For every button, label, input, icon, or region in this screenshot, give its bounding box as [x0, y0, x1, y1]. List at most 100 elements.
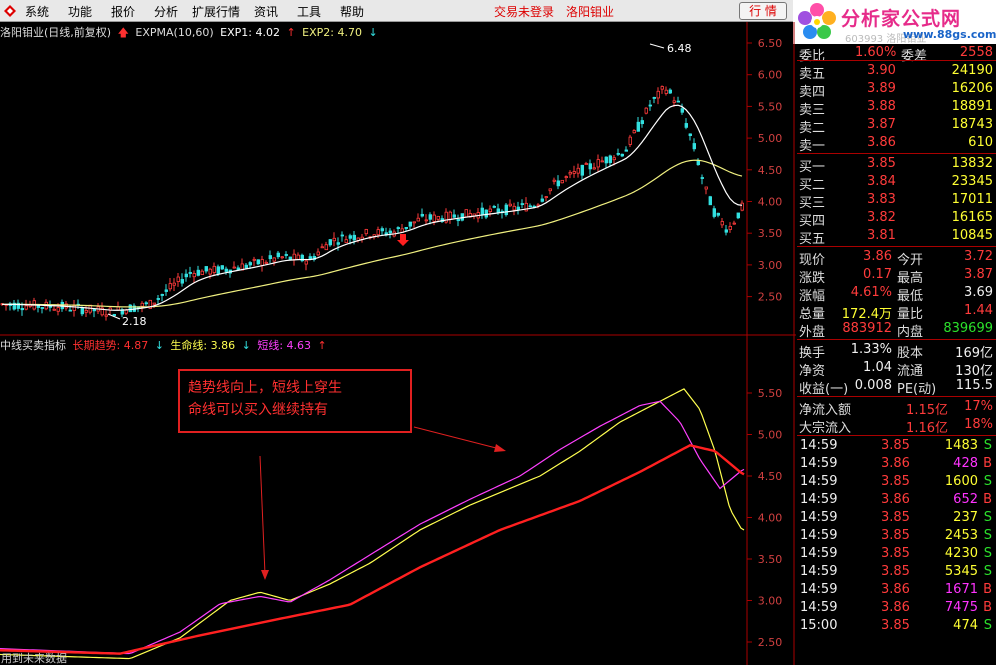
tick-price: 3.86	[881, 456, 910, 471]
flow-percent: 18%	[964, 417, 993, 432]
candle-body	[208, 268, 212, 275]
y-axis-label: 4.00	[758, 196, 783, 209]
candle-body	[464, 209, 468, 218]
tick-time: 15:00	[800, 618, 838, 633]
stat-label: 外盘	[799, 325, 826, 340]
annotation-line-2: 命线可以买入继续持有	[188, 402, 328, 418]
candle-body	[656, 90, 660, 99]
ask-volume: 18891	[951, 99, 993, 114]
tick-price: 3.86	[881, 582, 910, 597]
high-pointer	[649, 43, 665, 49]
menu-tools[interactable]: 工具	[297, 3, 321, 20]
stock-name-title: 洛阳钼业	[566, 5, 615, 19]
candle-body	[160, 294, 164, 296]
candle-body	[428, 214, 432, 220]
candle-body	[660, 86, 664, 90]
menu-extended-quote[interactable]: 扩展行情	[192, 3, 240, 20]
fin-value: 1.33%	[850, 342, 892, 357]
tick-side: S	[983, 564, 992, 579]
bid-volume: 17011	[951, 192, 993, 207]
candle-body	[684, 123, 688, 128]
tick-price: 3.85	[881, 618, 910, 633]
candle-body	[612, 157, 616, 161]
stat-value: 0.17	[863, 267, 892, 282]
tick-volume: 1483	[944, 438, 978, 453]
candle-body	[52, 308, 56, 311]
candle-body	[176, 276, 180, 282]
tick-volume: 4230	[944, 546, 978, 561]
kline-chart-area[interactable]: 洛阳钼业(日线,前复权) 🡅 EXPMA(10,60) EXP1: 4.02 ↑…	[0, 22, 796, 665]
buy-signal-arrow-icon	[397, 234, 409, 246]
candle-body	[220, 265, 224, 270]
site-brand-name: 分析家公式网	[841, 8, 962, 30]
tick-row: 14:59 3.85 2453 S	[797, 527, 996, 545]
down-arrow-icon: ↓	[154, 339, 164, 352]
tick-price: 3.85	[881, 438, 910, 453]
y-axis-label: 3.50	[758, 553, 783, 566]
candle-body	[644, 107, 648, 114]
candle-body	[552, 179, 556, 182]
ask-price: 3.89	[867, 81, 896, 96]
candle-body	[708, 196, 712, 206]
ask-price: 3.87	[867, 117, 896, 132]
candle-body	[144, 302, 148, 305]
candle-body	[380, 228, 384, 232]
candle-body	[20, 308, 24, 311]
candle-body	[720, 221, 724, 226]
menu-quote[interactable]: 报价	[111, 3, 135, 20]
candle-body	[512, 205, 516, 211]
fin-row: 收益(一) 0.008 PE(动) 115.5	[797, 377, 996, 397]
exp2-line	[1, 159, 743, 308]
candle-body	[624, 149, 628, 152]
candle-body	[628, 136, 632, 145]
candle-body	[696, 160, 700, 166]
tick-row: 14:59 3.85 5345 S	[797, 563, 996, 581]
ask-row: 卖五 3.90 24190	[797, 62, 996, 82]
stat-label: 内盘	[897, 325, 924, 340]
quote-button[interactable]: 行 情	[739, 2, 787, 20]
candle-body	[280, 256, 284, 259]
stat-value: 3.69	[964, 285, 993, 300]
candle-body	[128, 304, 132, 313]
tick-row: 14:59 3.85 237 S	[797, 509, 996, 527]
candle-body	[156, 298, 160, 300]
tick-volume: 2453	[944, 528, 978, 543]
candle-body	[196, 269, 200, 276]
y-axis-label: 4.50	[758, 164, 783, 177]
indicator-title: 中线买卖指标	[0, 339, 66, 352]
candle-body	[504, 204, 508, 216]
candle-body	[376, 229, 380, 236]
candle-body	[608, 155, 612, 164]
flow-row: 净流入额 1.15亿 17%	[797, 398, 996, 418]
menu-function[interactable]: 功能	[68, 3, 92, 20]
y-axis-label: 5.00	[758, 132, 783, 145]
menu-analysis[interactable]: 分析	[154, 3, 178, 20]
tick-side: S	[983, 510, 992, 525]
menu-system[interactable]: 系统	[25, 3, 49, 20]
stat-value: 4.61%	[850, 285, 892, 300]
menu-news[interactable]: 资讯	[254, 3, 278, 20]
high-price-label: 6.48	[667, 42, 692, 55]
exp1-line	[1, 104, 743, 311]
stat-row: 现价 3.86 今开 3.72	[797, 248, 996, 268]
annotation-line-1: 趋势线向上，短线上穿生	[188, 380, 342, 396]
quote-panel: 委比 1.60% 委差 2558 卖五 3.90 24190 卖四 3.89 16206 卖三 3.8…	[797, 44, 996, 665]
candle-body	[192, 273, 196, 278]
menu-help[interactable]: 帮助	[340, 3, 364, 20]
tick-time: 14:59	[800, 528, 838, 543]
tick-side: S	[983, 618, 992, 633]
candle-body	[84, 310, 88, 313]
candle-body	[396, 227, 400, 229]
tick-side: B	[983, 600, 992, 615]
candle-body	[224, 268, 228, 272]
candle-body	[488, 208, 492, 212]
annotation-pointer-arrow-icon	[494, 444, 506, 452]
up-arrow-icon: ↑	[317, 339, 327, 352]
tick-volume: 474	[953, 618, 978, 633]
candle-body	[56, 307, 60, 312]
site-url[interactable]: www.88gs.com	[903, 28, 996, 41]
candle-body	[184, 273, 188, 278]
tick-row: 14:59 3.86 428 B	[797, 455, 996, 473]
tick-volume: 428	[953, 456, 978, 471]
candle-body	[436, 216, 440, 220]
